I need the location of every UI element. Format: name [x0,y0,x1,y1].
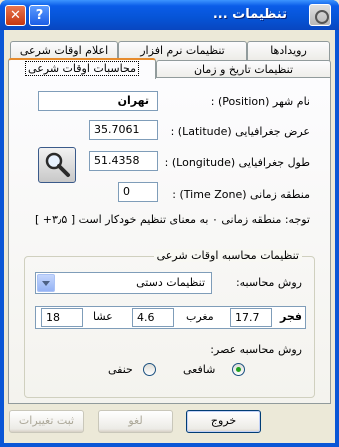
asr-hanafi-label: حنفی [108,363,133,376]
cancel-button[interactable]: لغو [98,410,173,433]
tab-prayer-calc-label: محاسبات اوقات شرعی [25,61,139,76]
timezone-note: توجه: منطقه زمانی ۰ به معنای تنظیم خودکا… [34,213,310,226]
close-button[interactable]: ✕ [5,5,26,26]
timezone-field[interactable]: 0 [118,182,158,202]
asr-shafii-radio[interactable] [232,363,245,376]
window-title: تنظیمات ... [212,7,287,22]
asr-shafii-label: شافعی [183,363,216,376]
fajr-field[interactable]: 17.7 [230,308,272,327]
calc-method-select[interactable]: تنظیمات دستی [35,272,212,294]
location-lookup-button[interactable] [38,147,76,183]
calc-method-value: تنظیمات دستی [136,276,205,289]
city-field[interactable]: تهران [38,91,158,111]
magnifier-icon [45,152,70,177]
longitude-field[interactable]: 51.4358 [89,151,158,171]
settings-window: ✕ ? تنظیمات ... اعلام اوقات شرعی تنظیمات… [0,0,339,447]
tab-prayer-calc[interactable]: محاسبات اوقات شرعی [8,58,156,79]
latitude-label: عرض جغرافیایی (Latitude) : [170,125,310,138]
calc-settings-title: تنظیمات محاسبه اوقات شرعی [153,249,302,262]
chevron-down-icon[interactable] [37,274,55,292]
title-bar[interactable]: ✕ ? تنظیمات ... [0,0,339,30]
isha-field[interactable]: 18 [41,308,83,327]
angles-row: 18 عشا 4.6 مغرب 17.7 فجر [35,306,306,329]
help-button[interactable]: ? [29,5,50,26]
isha-label: عشا [93,310,113,323]
asr-method-label: روش محاسبه عصر: [210,343,302,356]
timezone-label: منطقه زمانی (Time Zone) : [172,188,310,201]
fajr-label: فجر [280,310,302,323]
tab-events[interactable]: رویدادها [247,41,330,61]
latitude-field[interactable]: 35.7061 [89,120,158,140]
maghrib-field[interactable]: 4.6 [132,308,174,327]
dialog-client: اعلام اوقات شرعی تنظیمات نرم افزار رویدا… [4,30,335,443]
apply-button[interactable]: ثبت تغییرات [9,410,84,433]
exit-button[interactable]: خروج [186,410,261,433]
city-label: نام شهر (Position) : [210,95,310,108]
gear-icon [309,4,331,26]
maghrib-label: مغرب [186,310,214,323]
longitude-label: طول جغرافیایی (Longitude) : [164,156,310,169]
calc-settings-group: تنظیمات محاسبه اوقات شرعی روش محاسبه: تن… [24,249,315,398]
calc-method-label: روش محاسبه: [235,276,302,289]
asr-hanafi-radio[interactable] [143,363,156,376]
